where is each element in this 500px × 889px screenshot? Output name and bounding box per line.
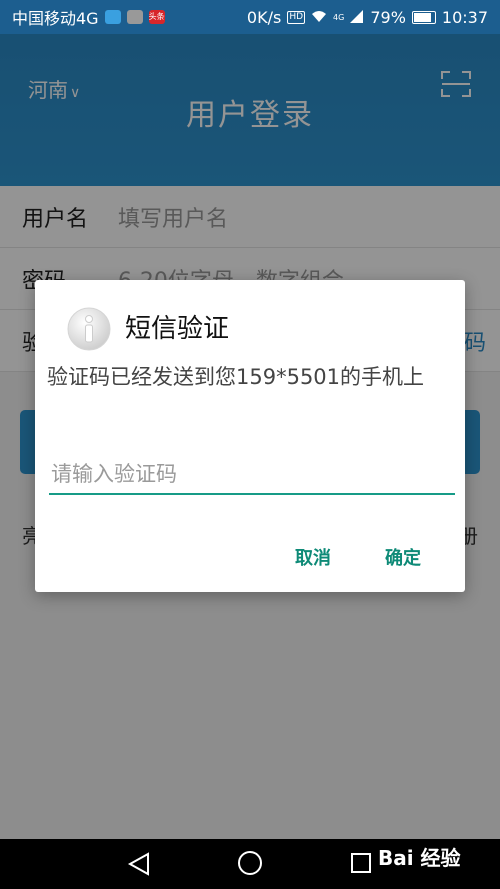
cancel-button[interactable]: 取消 bbox=[287, 538, 339, 576]
home-icon[interactable] bbox=[236, 849, 264, 877]
battery-icon bbox=[411, 10, 436, 24]
network-speed: 0K/s bbox=[246, 7, 282, 27]
baidu-watermark: Bai 经验 bbox=[378, 846, 461, 870]
confirm-button[interactable]: 确定 bbox=[377, 538, 429, 576]
carrier-text: 中国移动4G bbox=[12, 9, 99, 28]
hd-icon: HD bbox=[287, 10, 306, 24]
verification-code-input[interactable] bbox=[49, 455, 455, 495]
back-icon[interactable] bbox=[124, 851, 154, 877]
lock-notification-icon bbox=[104, 10, 121, 24]
wifi-icon bbox=[311, 8, 327, 27]
dialog-message: 验证码已经发送到您159*5501的手机上 bbox=[47, 365, 425, 389]
clock: 10:37 bbox=[441, 7, 488, 27]
network-type: 4G bbox=[333, 12, 345, 22]
app-notification-icon bbox=[126, 10, 143, 24]
sms-verification-dialog: 短信验证 验证码已经发送到您159*5501的手机上 取消 确定 bbox=[35, 280, 465, 592]
toutiao-icon: 头条 bbox=[148, 10, 165, 24]
dialog-title: 短信验证 bbox=[125, 314, 230, 344]
recent-apps-icon[interactable] bbox=[350, 852, 372, 874]
battery-percent: 79% bbox=[370, 7, 406, 27]
info-icon bbox=[67, 307, 111, 351]
status-bar: 中国移动4G 头条 0K/s HD 4G 79% 10:37 bbox=[0, 0, 500, 34]
signal-icon bbox=[350, 8, 364, 27]
